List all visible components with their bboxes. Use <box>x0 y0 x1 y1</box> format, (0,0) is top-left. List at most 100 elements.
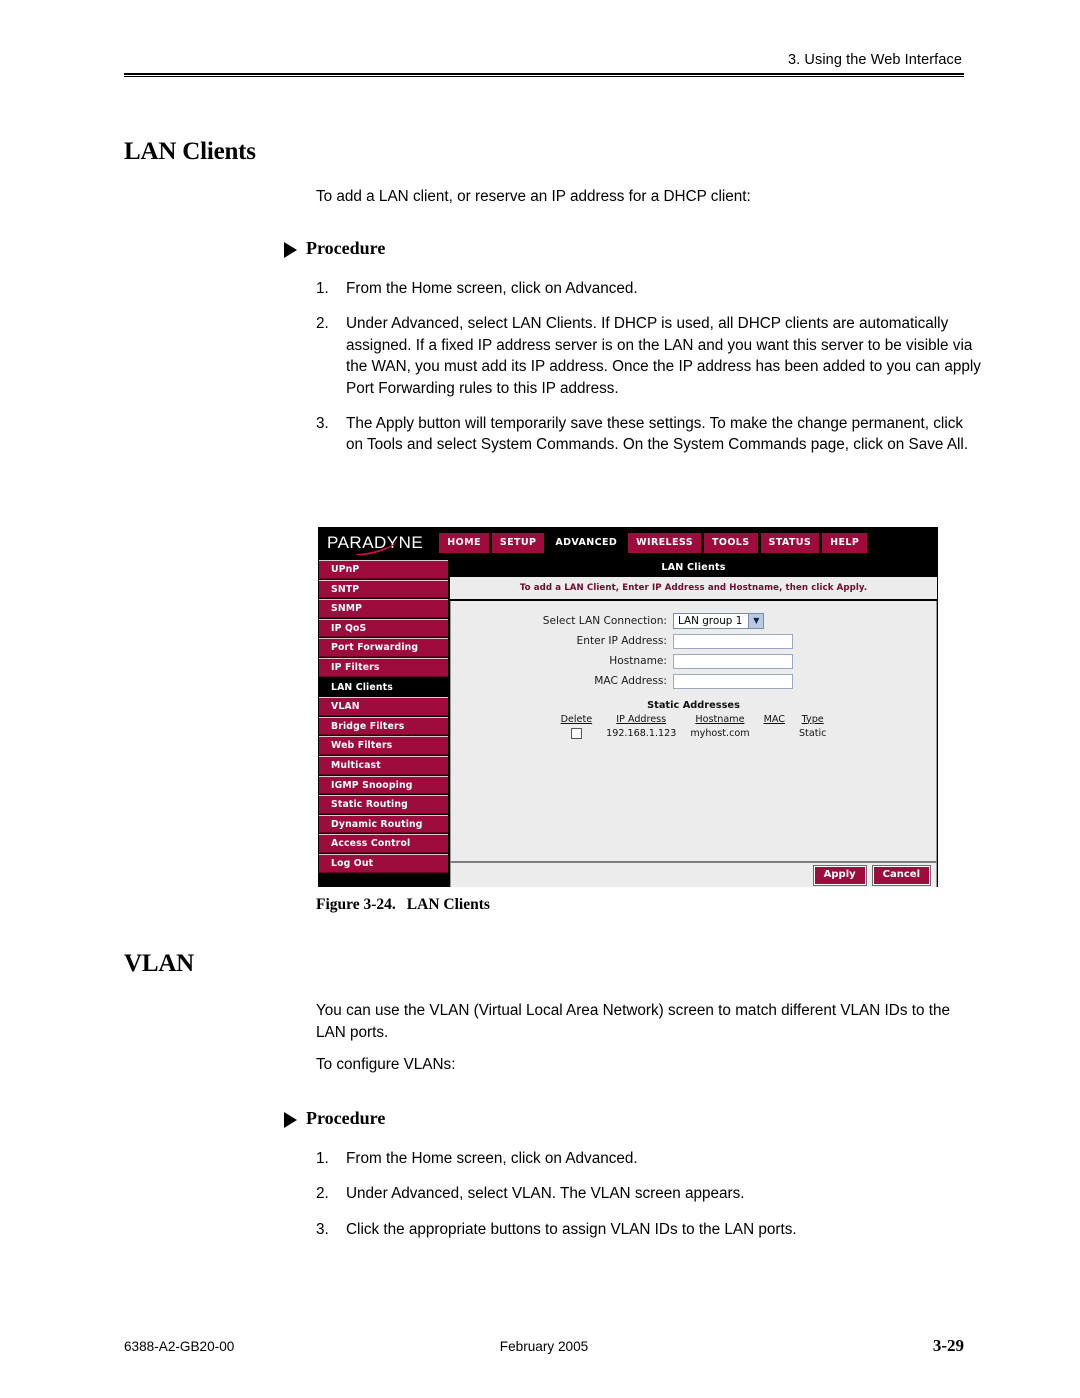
column-header-ip-address[interactable]: IP Address <box>599 714 683 727</box>
sidebar-item-static-routing[interactable]: Static Routing <box>319 795 448 814</box>
list-item-text: The Apply button will temporarily save t… <box>346 415 969 454</box>
sidebar-item-web-filters[interactable]: Web Filters <box>319 736 448 755</box>
form-row-ip-address: Enter IP Address: <box>451 633 936 649</box>
nav-tab-help[interactable]: HELP <box>822 533 868 553</box>
vlan-intro-2: To configure VLANs: <box>316 1054 976 1076</box>
header-rule <box>124 73 964 77</box>
sidebar-item-vlan[interactable]: VLAN <box>319 697 448 716</box>
table-header-row: Delete IP Address Hostname MAC Type <box>554 714 834 727</box>
static-addresses-title: Static Addresses <box>647 699 740 711</box>
list-item: 1. From the Home screen, click on Advanc… <box>316 278 984 299</box>
figure-caption-text: LAN Clients <box>406 896 490 913</box>
sidebar-item-port-forwarding[interactable]: Port Forwarding <box>319 638 448 657</box>
list-item: 3. Click the appropriate buttons to assi… <box>316 1219 984 1240</box>
panel-content: Select LAN Connection: LAN group 1 ▼ Ent… <box>450 600 937 861</box>
column-header-type[interactable]: Type <box>792 714 833 727</box>
nav-tab-home[interactable]: HOME <box>439 533 489 553</box>
sidebar-item-igmp-snooping[interactable]: IGMP Snooping <box>319 775 448 795</box>
list-item-number: 3. <box>316 415 329 433</box>
page-footer: 6388-A2-GB20-00 February 2005 3-29 <box>124 1336 964 1356</box>
list-item-number: 2. <box>316 1185 329 1203</box>
router-sidebar: UPnP SNTP SNMP IP QoS Port Forwarding IP… <box>319 558 448 887</box>
panel-title: LAN Clients <box>450 558 937 577</box>
nav-tab-tools[interactable]: TOOLS <box>703 533 758 553</box>
procedure-label-text: Procedure <box>306 1108 386 1128</box>
router-topbar: PARADYNE HOME SETUP ADVANCED WIRELESS TO… <box>319 528 937 558</box>
column-header-delete[interactable]: Delete <box>554 714 600 727</box>
mac-address-input[interactable] <box>673 673 793 689</box>
list-item-number: 1. <box>316 280 329 297</box>
procedure-label-text: Procedure <box>306 238 386 258</box>
lan-clients-intro-text: To add a LAN client, or reserve an IP ad… <box>316 188 751 205</box>
column-header-hostname[interactable]: Hostname <box>683 714 756 727</box>
form-row-mac-address: MAC Address: <box>451 673 936 689</box>
paradyne-logo: PARADYNE <box>327 533 439 558</box>
list-item-text: From the Home screen, click on Advanced. <box>346 1150 638 1167</box>
hostname-input[interactable] <box>673 653 793 669</box>
vlan-steps: 1. From the Home screen, click on Advanc… <box>316 1148 984 1240</box>
section-heading-vlan: VLAN <box>124 950 195 977</box>
sidebar-item-lan-clients[interactable]: LAN Clients <box>319 677 448 697</box>
section-heading-lan-clients: LAN Clients <box>124 138 256 165</box>
figure-lan-clients-screenshot: PARADYNE HOME SETUP ADVANCED WIRELESS TO… <box>318 527 938 887</box>
lan-client-form: Select LAN Connection: LAN group 1 ▼ Ent… <box>451 612 936 689</box>
footer-document-number: 6388-A2-GB20-00 <box>124 1339 235 1354</box>
cell-hostname: myhost.com <box>690 727 750 739</box>
sidebar-item-log-out[interactable]: Log Out <box>319 853 448 873</box>
lan-clients-intro: To add a LAN client, or reserve an IP ad… <box>316 186 976 208</box>
footer-date: February 2005 <box>499 1339 589 1354</box>
sidebar-item-upnp[interactable]: UPnP <box>319 560 448 579</box>
list-item-number: 2. <box>316 315 329 333</box>
page-running-head: 3. Using the Web Interface <box>124 52 964 77</box>
list-item-text: Click the appropriate buttons to assign … <box>346 1220 797 1238</box>
delete-checkbox[interactable] <box>570 727 582 739</box>
list-item-number: 3. <box>316 1220 329 1238</box>
sidebar-item-access-control[interactable]: Access Control <box>319 834 448 853</box>
list-item: 2. Under Advanced, select VLAN. The VLAN… <box>316 1183 984 1204</box>
ip-address-input[interactable] <box>673 633 793 649</box>
list-item-number: 1. <box>316 1150 329 1167</box>
list-item-text: Under Advanced, select VLAN. The VLAN sc… <box>346 1185 745 1203</box>
lan-connection-label: Select LAN Connection: <box>542 614 667 627</box>
form-row-lan-connection: Select LAN Connection: LAN group 1 ▼ <box>451 612 936 629</box>
list-item-text: From the Home screen, click on Advanced. <box>346 280 638 297</box>
static-addresses-table: Delete IP Address Hostname MAC Type 192.… <box>554 714 834 741</box>
cell-mac <box>757 727 792 741</box>
table-row: 192.168.1.123 myhost.com Static <box>554 727 834 741</box>
footer-page-number: 3-29 <box>932 1336 964 1355</box>
sidebar-item-sntp[interactable]: SNTP <box>319 579 448 599</box>
sidebar-item-ip-qos[interactable]: IP QoS <box>319 618 448 638</box>
mac-address-label: MAC Address: <box>594 675 667 687</box>
nav-tab-advanced[interactable]: ADVANCED <box>547 533 626 553</box>
sidebar-item-dynamic-routing[interactable]: Dynamic Routing <box>319 814 448 834</box>
cancel-button[interactable]: Cancel <box>871 864 932 886</box>
hostname-label: Hostname: <box>609 655 667 667</box>
procedure-label-vlan: Procedure <box>284 1108 385 1129</box>
apply-button[interactable]: Apply <box>812 864 867 886</box>
vlan-intro-2-text: To configure VLANs: <box>316 1056 456 1073</box>
list-item-text: Under Advanced, select LAN Clients. If D… <box>346 315 981 397</box>
ip-address-label: Enter IP Address: <box>576 635 667 647</box>
figure-caption-label: Figure 3-24. <box>316 896 396 913</box>
vlan-intro-text: You can use the VLAN (Virtual Local Area… <box>316 1002 951 1041</box>
cell-ip-address: 192.168.1.123 <box>606 727 677 739</box>
sidebar-item-ip-filters[interactable]: IP Filters <box>319 657 448 677</box>
router-main-panel: LAN Clients To add a LAN Client, Enter I… <box>448 558 937 887</box>
nav-tab-setup[interactable]: SETUP <box>491 533 545 553</box>
sidebar-item-snmp[interactable]: SNMP <box>319 599 448 618</box>
triangle-right-icon <box>284 241 297 258</box>
router-body: UPnP SNTP SNMP IP QoS Port Forwarding IP… <box>319 558 937 887</box>
router-main-nav: HOME SETUP ADVANCED WIRELESS TOOLS STATU… <box>439 533 868 553</box>
triangle-right-icon <box>284 1111 297 1128</box>
list-item: 3. The Apply button will temporarily sav… <box>316 413 984 456</box>
panel-instruction: To add a LAN Client, Enter IP Address an… <box>450 576 937 601</box>
sidebar-item-bridge-filters[interactable]: Bridge Filters <box>319 716 448 736</box>
lan-connection-select[interactable]: LAN group 1 ▼ <box>673 612 765 629</box>
sidebar-item-multicast[interactable]: Multicast <box>319 755 448 775</box>
nav-tab-wireless[interactable]: WIRELESS <box>628 533 701 553</box>
form-row-hostname: Hostname: <box>451 653 936 669</box>
column-header-mac[interactable]: MAC <box>757 714 792 727</box>
list-item: 2. Under Advanced, select LAN Clients. I… <box>316 313 984 399</box>
chevron-down-icon: ▼ <box>748 613 764 628</box>
nav-tab-status[interactable]: STATUS <box>760 533 820 553</box>
